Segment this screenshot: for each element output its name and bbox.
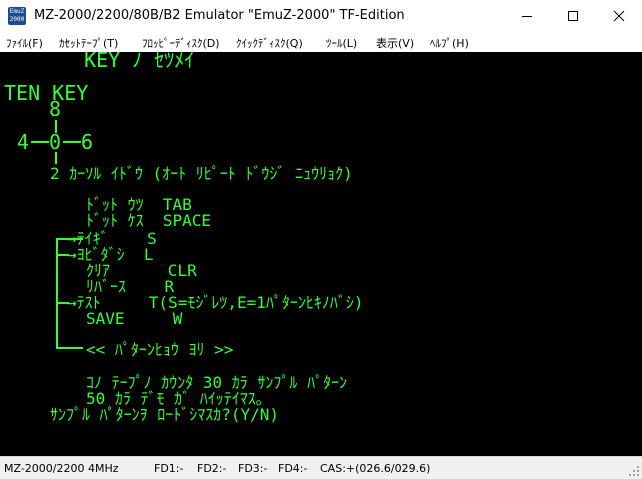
close-icon xyxy=(613,10,625,22)
status-cassette: CAS:+(026.6/029.6) xyxy=(320,462,431,475)
resize-grip-icon[interactable] xyxy=(629,466,640,477)
menu-quick-disk[interactable]: ｸｲｯｸﾃﾞｨｽｸ(Q) xyxy=(236,35,303,51)
status-fd1: FD1:- xyxy=(154,462,184,475)
menu-help[interactable]: ﾍﾙﾌﾟ(H) xyxy=(430,35,469,51)
screen-line-key-4: 4 xyxy=(17,130,29,154)
screen-line-key-2-cursor: 2 ｶｰｿﾙ ｲﾄﾞｳ (ｵｰﾄ ﾘﾋﾟｰﾄ ﾄﾞｳｼﾞ ﾆｭｳﾘｮｸ) xyxy=(50,164,353,183)
window-title: MZ-2000/2200/80B/B2 Emulator "EmuZ-2000"… xyxy=(34,8,405,23)
status-fd2: FD2:- xyxy=(197,462,227,475)
menu-file[interactable]: ﾌｧｲﾙ(F) xyxy=(6,35,43,51)
minimize-icon xyxy=(522,16,532,17)
status-fd3: FD3:- xyxy=(238,462,268,475)
screen-line-key-8: 8 xyxy=(49,97,61,121)
screen-line-key-0: 0 xyxy=(49,130,61,154)
screen-line-key-description: KEY ﾉ ｾﾂﾒｲ xyxy=(60,52,194,72)
screen-line-key-6: 6 xyxy=(81,130,93,154)
app-icon-text-bottom: 2000 xyxy=(9,16,25,23)
maximize-button[interactable] xyxy=(550,0,596,32)
menu-tools[interactable]: ﾂｰﾙ(L) xyxy=(326,35,357,51)
screen-line-save: SAVE W xyxy=(86,309,183,328)
title-bar[interactable]: EmuZ 2000 MZ-2000/2200/80B/B2 Emulator "… xyxy=(0,0,642,32)
screen-line-ten-key: TEN KEY xyxy=(4,81,88,105)
status-fd4: FD4:- xyxy=(278,462,308,475)
minimize-button[interactable] xyxy=(504,0,550,32)
screen-line-load-prompt: ｻﾝﾌﾟﾙ ﾊﾟﾀｰﾝｦ ﾛｰﾄﾞｼﾏｽｶ?(Y/N) xyxy=(50,405,279,424)
emulator-screen[interactable]: KEY ﾉ ｾﾂﾒｲ TEN KEY 8 4 0 6 2 ｶｰｿﾙ ｲﾄﾞｳ (… xyxy=(0,52,642,456)
status-machine: MZ-2000/2200 4MHz xyxy=(4,462,119,475)
menu-floppy-disk[interactable]: ﾌﾛｯﾋﾟｰﾃﾞｨｽｸ(D) xyxy=(142,35,220,51)
close-button[interactable] xyxy=(596,0,642,32)
crt-display: KEY ﾉ ｾﾂﾒｲ TEN KEY 8 4 0 6 2 ｶｰｿﾙ ｲﾄﾞｳ (… xyxy=(4,52,364,424)
status-bar: MZ-2000/2200 4MHz FD1:- FD2:- FD3:- FD4:… xyxy=(0,456,642,479)
menu-view[interactable]: 表示(V) xyxy=(376,35,414,51)
menu-cassette-tape[interactable]: ｶｾｯﾄﾃｰﾌﾟ(T) xyxy=(59,35,118,51)
maximize-icon xyxy=(568,11,578,21)
menu-bar: ﾌｧｲﾙ(F) ｶｾｯﾄﾃｰﾌﾟ(T) ﾌﾛｯﾋﾟｰﾃﾞｨｽｸ(D) ｸｲｯｸﾃ… xyxy=(0,32,642,51)
app-icon[interactable]: EmuZ 2000 xyxy=(8,7,26,25)
app-icon-text-top: EmuZ xyxy=(9,8,25,15)
screen-line-dot-erase: ﾄﾞｯﾄ ｹｽ SPACE xyxy=(86,211,211,230)
screen-line-pattern-table: << ﾊﾟﾀｰﾝﾋｮｳ ﾖﾘ >> xyxy=(86,340,233,359)
